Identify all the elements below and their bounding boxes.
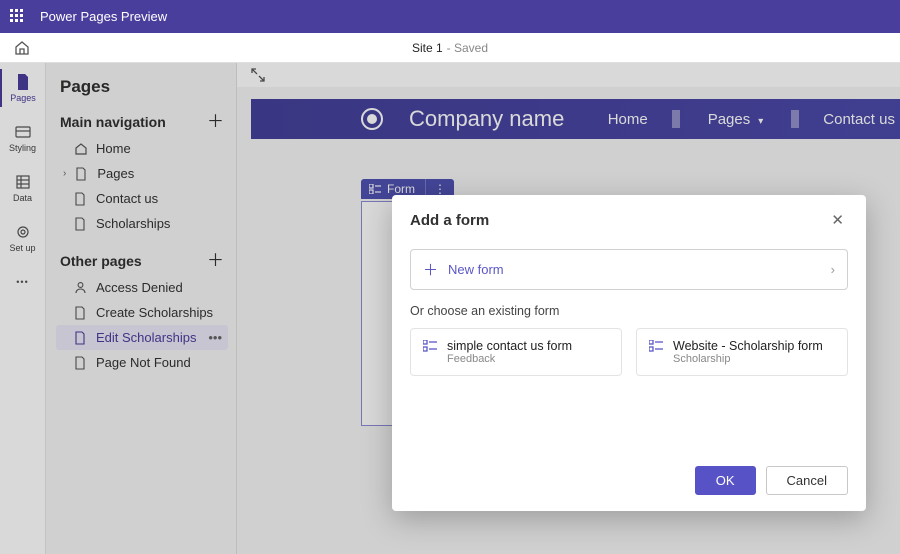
rail-item-setup[interactable]: Set up bbox=[0, 219, 45, 257]
gear-icon bbox=[14, 223, 32, 241]
person-icon bbox=[74, 281, 88, 294]
rail-label: Pages bbox=[10, 93, 36, 103]
chevron-down-icon: ▾ bbox=[754, 116, 767, 127]
nav-home[interactable]: Home bbox=[604, 111, 652, 128]
nav-divider bbox=[672, 110, 680, 128]
page-icon bbox=[75, 167, 89, 181]
more-icon[interactable]: ••• bbox=[208, 330, 222, 345]
waffle-icon[interactable] bbox=[10, 9, 26, 25]
rail-label: Data bbox=[13, 193, 32, 203]
sidebar-item-not-found[interactable]: Page Not Found bbox=[56, 350, 228, 375]
chevron-right-icon: › bbox=[831, 262, 835, 277]
section-header-main: Main navigation ＋ bbox=[56, 113, 228, 130]
sidebar-item-label: Page Not Found bbox=[96, 355, 191, 370]
nav-pages[interactable]: Pages▾ bbox=[700, 111, 772, 128]
close-icon[interactable]: ✕ bbox=[827, 209, 848, 231]
section-title: Main navigation bbox=[60, 114, 166, 130]
home-icon[interactable] bbox=[14, 40, 30, 56]
form-icon bbox=[649, 340, 663, 352]
sidebar-item-access-denied[interactable]: Access Denied bbox=[56, 275, 228, 300]
rail-label: Set up bbox=[9, 243, 35, 253]
nav-divider bbox=[791, 110, 799, 128]
existing-forms: simple contact us form Feedback Website … bbox=[410, 328, 848, 376]
sidebar-item-label: Create Scholarships bbox=[96, 305, 213, 320]
sidebar: Pages Main navigation ＋ Home › Pages Con… bbox=[46, 63, 237, 554]
sidebar-item-scholarships[interactable]: Scholarships bbox=[56, 211, 228, 236]
page-icon bbox=[74, 331, 88, 345]
site-nav: Home Pages▾ Contact us bbox=[604, 110, 899, 128]
form-tag-label: Form bbox=[387, 182, 415, 196]
form-name: simple contact us form bbox=[447, 339, 572, 353]
canvas-toolbar bbox=[237, 63, 900, 87]
form-icon bbox=[423, 340, 437, 352]
page-icon bbox=[74, 356, 88, 370]
sidebar-item-contact[interactable]: Contact us bbox=[56, 186, 228, 211]
sidebar-item-label: Home bbox=[96, 141, 131, 156]
sidebar-item-home[interactable]: Home bbox=[56, 136, 228, 161]
site-name: Site 1 bbox=[412, 41, 443, 55]
add-form-modal: Add a form ✕ ＋ New form › Or choose an e… bbox=[392, 195, 866, 511]
existing-form-card[interactable]: Website - Scholarship form Scholarship bbox=[636, 328, 848, 376]
palette-icon bbox=[14, 123, 32, 141]
rail-item-pages[interactable]: Pages bbox=[0, 69, 45, 107]
logo-icon[interactable] bbox=[361, 108, 383, 130]
modal-body: ＋ New form › Or choose an existing form … bbox=[392, 245, 866, 454]
nav-contact[interactable]: Contact us bbox=[819, 111, 899, 128]
home-icon bbox=[74, 142, 88, 156]
statusbar: Site 1 - Saved bbox=[0, 33, 900, 63]
titlebar: Power Pages Preview bbox=[0, 0, 900, 33]
ok-button[interactable]: OK bbox=[695, 466, 756, 495]
more-icon: ••• bbox=[14, 273, 32, 291]
rail-item-more[interactable]: ••• bbox=[0, 269, 45, 295]
rail-label: Styling bbox=[9, 143, 36, 153]
chevron-right-icon[interactable]: › bbox=[63, 168, 66, 179]
sidebar-item-label: Scholarships bbox=[96, 216, 170, 231]
save-state: - Saved bbox=[447, 41, 488, 55]
page-icon bbox=[74, 306, 88, 320]
rail-item-data[interactable]: Data bbox=[0, 169, 45, 207]
site-header: Company name Home Pages▾ Contact us bbox=[251, 99, 900, 139]
sidebar-item-label: Edit Scholarships bbox=[96, 330, 196, 345]
modal-footer: OK Cancel bbox=[392, 454, 866, 511]
form-name: Website - Scholarship form bbox=[673, 339, 823, 353]
rail-item-styling[interactable]: Styling bbox=[0, 119, 45, 157]
new-form-label: New form bbox=[448, 262, 831, 277]
new-form-button[interactable]: ＋ New form › bbox=[410, 249, 848, 290]
data-icon bbox=[14, 173, 32, 191]
section-title: Other pages bbox=[60, 253, 142, 269]
plus-icon: ＋ bbox=[423, 259, 438, 280]
existing-form-card[interactable]: simple contact us form Feedback bbox=[410, 328, 622, 376]
form-entity: Feedback bbox=[447, 353, 572, 365]
page-icon bbox=[74, 217, 88, 231]
choose-existing-label: Or choose an existing form bbox=[410, 304, 848, 318]
other-nav-list: Access Denied Create Scholarships Edit S… bbox=[56, 275, 228, 375]
cancel-button[interactable]: Cancel bbox=[766, 466, 848, 495]
sidebar-item-pages[interactable]: › Pages bbox=[56, 161, 228, 186]
sidebar-item-label: Pages bbox=[97, 166, 134, 181]
add-page-button[interactable]: ＋ bbox=[207, 252, 224, 269]
sidebar-item-create-scholarships[interactable]: Create Scholarships bbox=[56, 300, 228, 325]
modal-header: Add a form ✕ bbox=[392, 195, 866, 245]
app-title: Power Pages Preview bbox=[40, 9, 167, 24]
rail: Pages Styling Data Set up bbox=[0, 63, 46, 554]
sidebar-item-label: Contact us bbox=[96, 191, 158, 206]
modal-title: Add a form bbox=[410, 212, 489, 229]
page-icon bbox=[74, 192, 88, 206]
section-header-other: Other pages ＋ bbox=[56, 252, 228, 269]
sidebar-item-label: Access Denied bbox=[96, 280, 183, 295]
form-entity: Scholarship bbox=[673, 353, 823, 365]
page-icon bbox=[14, 73, 32, 91]
sidebar-item-edit-scholarships[interactable]: Edit Scholarships ••• bbox=[56, 325, 228, 350]
sidebar-title: Pages bbox=[60, 77, 228, 97]
form-icon bbox=[369, 184, 381, 194]
main-nav-list: Home › Pages Contact us Scholarships bbox=[56, 136, 228, 236]
company-name[interactable]: Company name bbox=[409, 106, 578, 132]
add-page-button[interactable]: ＋ bbox=[207, 113, 224, 130]
expand-icon[interactable] bbox=[251, 68, 265, 82]
